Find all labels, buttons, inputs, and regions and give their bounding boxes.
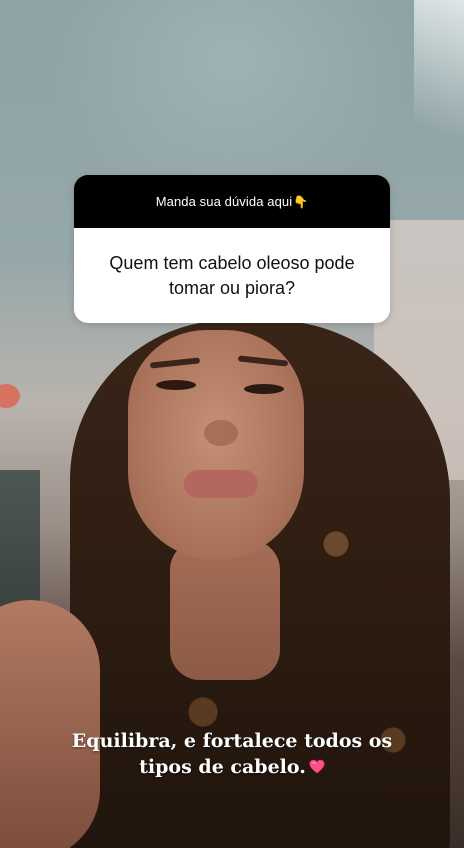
person-shoulder bbox=[0, 600, 100, 848]
person-eye-right bbox=[244, 384, 284, 394]
person-eye-left bbox=[156, 380, 196, 390]
caption-text: Equilibra, e fortalece todos os tipos de… bbox=[71, 730, 393, 778]
person-neck bbox=[170, 540, 280, 680]
background-shelf bbox=[0, 470, 40, 620]
question-sticker[interactable]: Manda sua dúvida aqui 👇 Quem tem cabelo … bbox=[74, 175, 390, 323]
story-caption: Equilibra, e fortalece todos os tipos de… bbox=[64, 728, 400, 780]
person-mouth bbox=[184, 470, 258, 498]
question-text: Quem tem cabelo oleoso pode tomar ou pio… bbox=[109, 252, 355, 298]
pointing-down-icon: 👇 bbox=[293, 194, 309, 209]
question-sticker-body: Quem tem cabelo oleoso pode tomar ou pio… bbox=[74, 228, 390, 323]
pink-heart-icon bbox=[309, 759, 325, 774]
person-nose bbox=[204, 420, 238, 446]
question-sticker-header: Manda sua dúvida aqui 👇 bbox=[74, 175, 390, 228]
story-view: Manda sua dúvida aqui 👇 Quem tem cabelo … bbox=[0, 0, 464, 848]
question-prompt: Manda sua dúvida aqui bbox=[155, 194, 293, 209]
background-ceiling-edge bbox=[414, 0, 464, 160]
